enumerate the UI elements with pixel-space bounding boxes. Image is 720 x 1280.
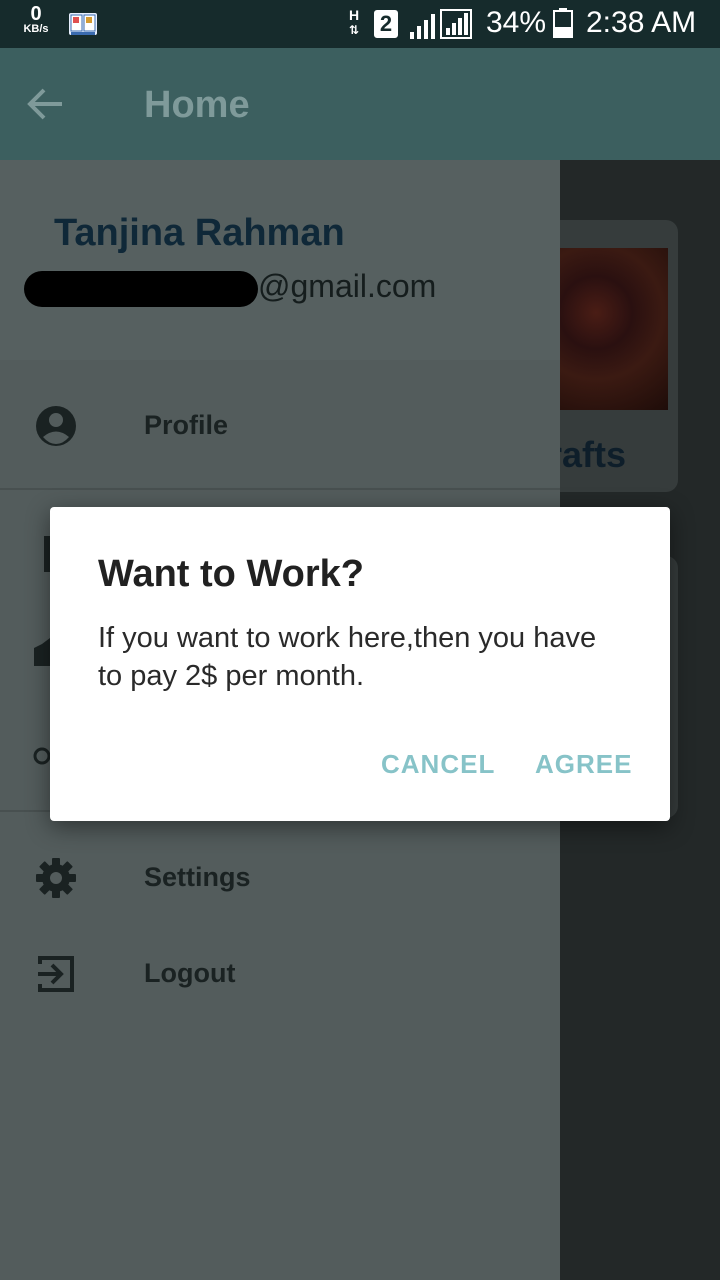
user-email: @gmail.com <box>24 268 436 307</box>
cancel-button[interactable]: CANCEL <box>381 749 495 780</box>
battery-icon <box>553 8 573 38</box>
app-bar: Home <box>0 48 720 160</box>
drawer-item-label: Settings <box>144 862 251 892</box>
drawer-header: Tanjina Rahman @gmail.com <box>0 160 560 360</box>
signal-strength-sim2-icon <box>440 9 472 39</box>
drawer-item-label: Logout <box>144 958 236 988</box>
network-speed-value: 0 <box>30 3 42 25</box>
network-type-label: H <box>348 7 360 23</box>
card-image <box>548 248 668 410</box>
user-email-domain: @gmail.com <box>258 268 437 304</box>
user-name: Tanjina Rahman <box>54 212 345 254</box>
battery-percent: 34% <box>486 6 547 39</box>
network-speed-unit: KB/s <box>23 23 49 35</box>
sim-slot-indicator: 2 <box>374 10 398 38</box>
redaction-mark <box>24 270 258 307</box>
clock: 2:38 AM <box>586 6 697 39</box>
logout-icon <box>38 956 74 992</box>
network-speed: 0 KB/s <box>18 4 54 35</box>
drawer-item-settings[interactable]: Settings <box>0 830 560 926</box>
account-circle-icon <box>36 406 76 446</box>
dictionary-app-icon <box>69 13 97 35</box>
agree-button[interactable]: AGREE <box>535 749 632 780</box>
status-bar: 0 KB/s H ⇅ 2 34% 2:38 AM <box>0 0 720 48</box>
dialog-title: Want to Work? <box>98 553 364 595</box>
signal-strength-icon <box>410 14 435 39</box>
divider <box>0 488 560 490</box>
gear-icon <box>36 858 76 898</box>
arrow-back-icon[interactable] <box>26 86 66 122</box>
confirm-dialog: Want to Work? If you want to work here,t… <box>50 507 670 821</box>
drawer-item-logout[interactable]: Logout <box>0 926 560 1022</box>
drawer-item-label: Profile <box>144 410 229 440</box>
dialog-message: If you want to work here,then you have t… <box>98 622 597 692</box>
category-card[interactable]: rafts <box>548 220 678 492</box>
drawer-item-profile[interactable]: Profile <box>0 378 560 474</box>
network-type-indicator: H ⇅ <box>348 7 360 37</box>
page-title: Home <box>144 84 250 126</box>
drawer-item-icon-partial <box>33 747 51 765</box>
